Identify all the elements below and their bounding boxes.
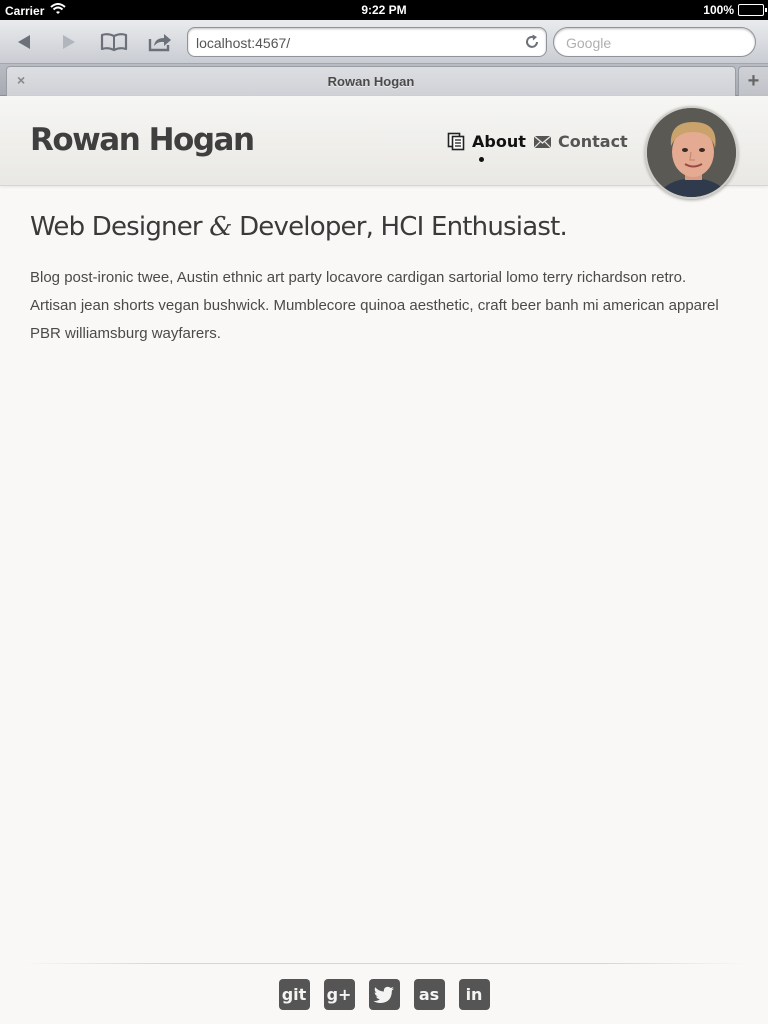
- tab-bar: × Rowan Hogan +: [0, 64, 768, 96]
- lastfm-icon[interactable]: as: [413, 979, 445, 1010]
- nav-about[interactable]: About: [447, 132, 526, 151]
- lastfm-glyph: as: [418, 985, 440, 1004]
- nav-contact-label: Contact: [558, 132, 628, 151]
- site-title[interactable]: Rowan Hogan: [30, 122, 255, 158]
- twitter-icon[interactable]: [368, 979, 400, 1010]
- browser-toolbar: localhost:4567/ Google: [0, 20, 768, 64]
- headline-part-1: Web Designer: [30, 212, 210, 242]
- new-tab-button[interactable]: +: [738, 66, 768, 96]
- status-bar: Carrier 9:22 PM 100%: [0, 0, 768, 20]
- linkedin-glyph: in: [465, 985, 483, 1004]
- twitter-bird: [373, 986, 394, 1003]
- bookmarks-button[interactable]: [97, 26, 131, 58]
- social-links: git g+ as in: [0, 979, 768, 1010]
- intro-paragraph: Blog post-ironic twee, Austin ethnic art…: [30, 269, 719, 342]
- share-icon: [148, 34, 171, 52]
- back-icon: [18, 35, 30, 49]
- battery-label: 100%: [703, 3, 734, 17]
- github-glyph: git: [281, 985, 307, 1004]
- linkedin-icon[interactable]: in: [458, 979, 490, 1010]
- tab-title: Rowan Hogan: [327, 74, 415, 89]
- headline-part-2: Developer, HCI Enthusiast.: [231, 212, 568, 242]
- forward-button[interactable]: [52, 26, 86, 58]
- profile-photo: [647, 108, 736, 197]
- footer-divider: [20, 963, 748, 964]
- url-text: localhost:4567/: [196, 35, 291, 51]
- active-nav-indicator: [479, 157, 484, 162]
- main-content: Web Designer & Developer, HCI Enthusiast…: [30, 212, 730, 348]
- headline: Web Designer & Developer, HCI Enthusiast…: [30, 212, 730, 242]
- battery-icon: [738, 4, 767, 16]
- battery-group: 100%: [703, 3, 767, 17]
- share-button[interactable]: [143, 26, 177, 58]
- address-bar[interactable]: localhost:4567/: [187, 27, 547, 57]
- nav-about-label: About: [472, 132, 526, 151]
- nav-contact[interactable]: Contact: [533, 132, 628, 151]
- clock: 9:22 PM: [361, 3, 407, 17]
- back-button[interactable]: [7, 26, 41, 58]
- forward-icon: [63, 35, 75, 49]
- github-icon[interactable]: git: [278, 979, 310, 1010]
- bookmarks-icon: [100, 33, 128, 52]
- search-placeholder: Google: [566, 35, 612, 51]
- site-header: Rowan Hogan About Contact: [0, 96, 768, 199]
- document-icon: [447, 132, 465, 151]
- envelope-icon: [533, 134, 552, 148]
- google-plus-icon[interactable]: g+: [323, 979, 355, 1010]
- google-plus-glyph: g+: [326, 985, 352, 1004]
- reload-icon[interactable]: [523, 33, 541, 56]
- avatar: [645, 106, 738, 199]
- search-field[interactable]: Google: [553, 27, 756, 57]
- headline-ampersand: &: [209, 212, 232, 242]
- tab-rowan-hogan[interactable]: × Rowan Hogan: [6, 66, 736, 96]
